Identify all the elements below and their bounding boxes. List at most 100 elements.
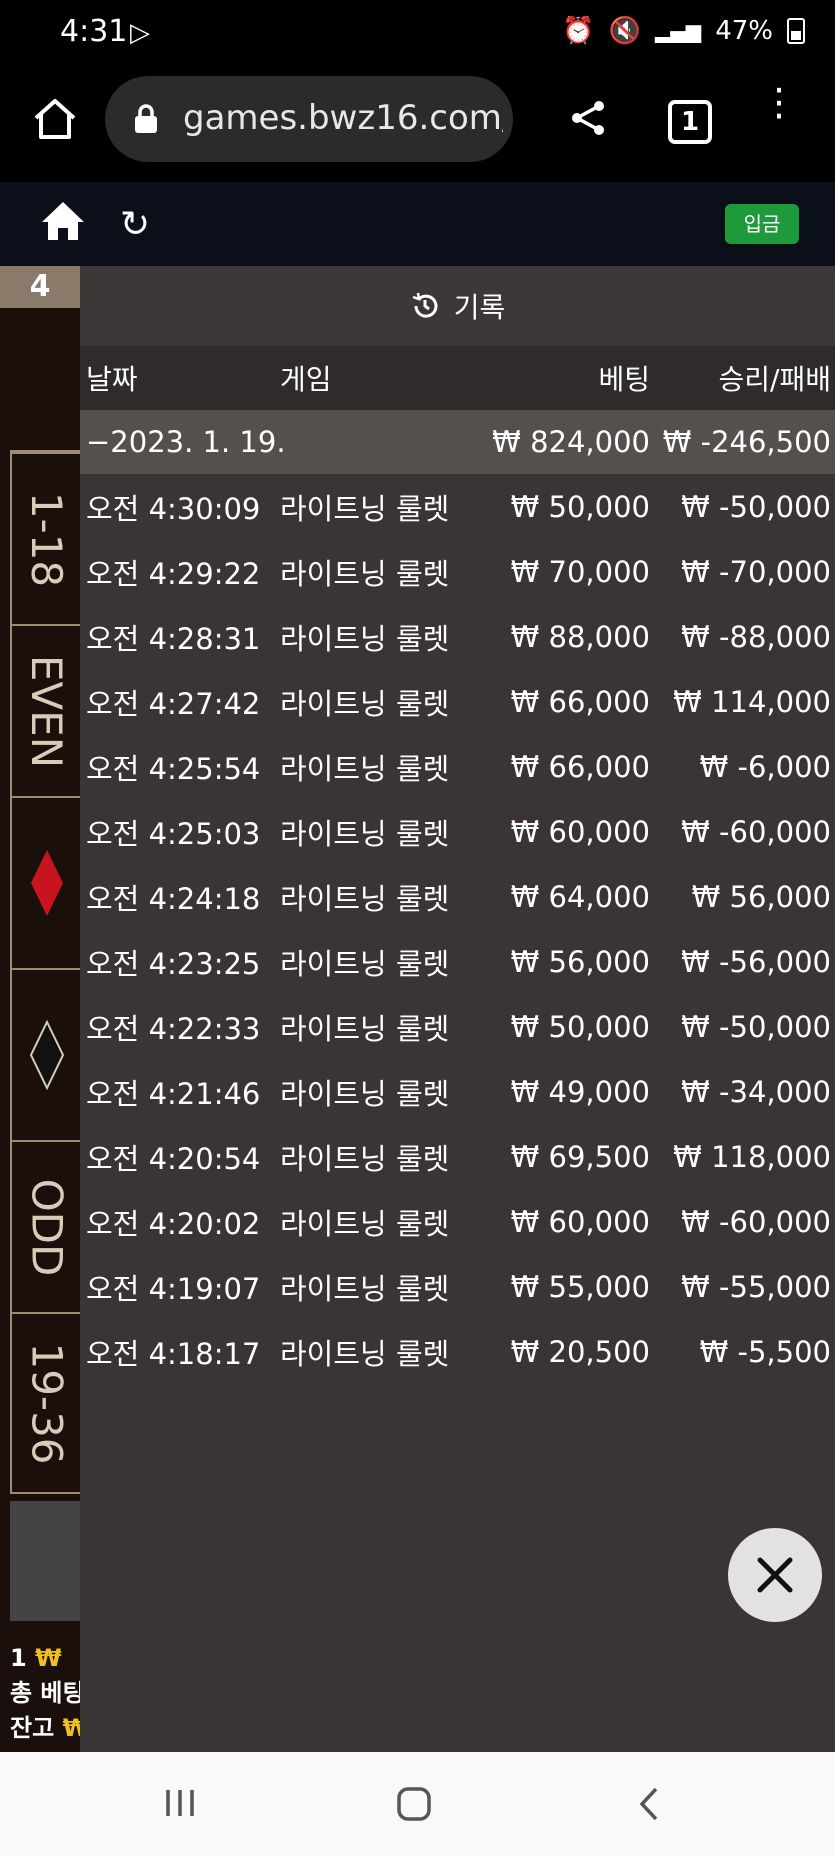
row-game: 라이트닝 룰렛	[280, 1076, 450, 1111]
home-nav-icon[interactable]	[396, 1786, 432, 1822]
history-row[interactable]: 오전 4:30:09 라이트닝 룰렛 ₩ 50,000 ₩ -50,000	[80, 474, 835, 539]
history-icon	[412, 292, 438, 318]
row-time: 오전 4:18:17	[86, 1336, 261, 1371]
browser-home-icon[interactable]	[30, 94, 80, 144]
share-icon[interactable]	[568, 98, 608, 138]
row-time: 오전 4:20:02	[86, 1206, 261, 1241]
black-diamond-icon	[29, 1020, 65, 1090]
bet-even[interactable]: EVEN	[12, 624, 82, 796]
lock-icon	[135, 104, 157, 133]
row-time: 오전 4:20:54	[86, 1141, 261, 1176]
row-result: ₩ -50,000	[681, 489, 831, 524]
row-time: 오전 4:24:18	[86, 881, 261, 916]
row-time: 오전 4:29:22	[86, 556, 261, 591]
status-icons: ⏰ 🔇 ▂▄▆ 47%	[562, 16, 805, 46]
history-row[interactable]: 오전 4:24:18 라이트닝 룰렛 ₩ 64,000 ₩ 56,000	[80, 864, 835, 929]
row-game: 라이트닝 룰렛	[280, 556, 450, 591]
red-diamond-icon	[31, 850, 63, 916]
history-row[interactable]: 오전 4:22:33 라이트닝 룰렛 ₩ 50,000 ₩ -50,000	[80, 994, 835, 1059]
history-row[interactable]: 오전 4:19:07 라이트닝 룰렛 ₩ 55,000 ₩ -55,000	[80, 1254, 835, 1319]
battery-icon	[787, 18, 805, 44]
row-result: ₩ 118,000	[673, 1139, 831, 1174]
bet-black[interactable]	[12, 968, 82, 1140]
row-game: 라이트닝 룰렛	[280, 881, 450, 916]
history-row[interactable]: 오전 4:21:46 라이트닝 룰렛 ₩ 49,000 ₩ -34,000	[80, 1059, 835, 1124]
history-title-bar: 기록	[80, 266, 835, 346]
history-row[interactable]: 오전 4:23:25 라이트닝 룰렛 ₩ 56,000 ₩ -56,000	[80, 929, 835, 994]
row-bet: ₩ 60,000	[510, 814, 650, 849]
row-bet: ₩ 88,000	[510, 619, 650, 654]
play-store-icon: ▷	[130, 18, 150, 48]
history-row[interactable]: 오전 4:25:54 라이트닝 룰렛 ₩ 66,000 ₩ -6,000	[80, 734, 835, 799]
row-bet: ₩ 66,000	[510, 749, 650, 784]
col-game: 게임	[280, 363, 332, 396]
game-home-icon[interactable]	[40, 200, 86, 242]
status-time: 4:31	[60, 14, 128, 49]
row-time: 오전 4:25:03	[86, 816, 261, 851]
row-result: ₩ -50,000	[681, 1009, 831, 1044]
row-result: ₩ -34,000	[681, 1074, 831, 1109]
mute-icon: 🔇	[608, 16, 642, 46]
row-result: ₩ -5,500	[699, 1334, 831, 1369]
row-bet: ₩ 69,500	[510, 1139, 650, 1174]
row-time: 오전 4:22:33	[86, 1011, 261, 1046]
system-nav-bar	[0, 1752, 835, 1856]
battery-percent: 47%	[715, 16, 773, 46]
row-result: ₩ -55,000	[681, 1269, 831, 1304]
row-result: ₩ -56,000	[681, 944, 831, 979]
bet-19-36[interactable]: 19-36	[12, 1312, 82, 1492]
browser-toolbar: games.bwz16.com/l 1 ⋮	[0, 72, 835, 182]
status-bar: 4:31 ▷ ⏰ 🔇 ▂▄▆ 47%	[0, 0, 835, 72]
history-row[interactable]: 오전 4:29:22 라이트닝 룰렛 ₩ 70,000 ₩ -70,000	[80, 539, 835, 604]
history-row[interactable]: 오전 4:27:42 라이트닝 룰렛 ₩ 66,000 ₩ 114,000	[80, 669, 835, 734]
reload-icon[interactable]: ↻	[120, 204, 150, 245]
more-menu-icon[interactable]: ⋮	[760, 83, 798, 121]
bet-1-18[interactable]: 1-18	[12, 452, 82, 624]
row-bet: ₩ 50,000	[510, 489, 650, 524]
close-button[interactable]	[728, 1528, 822, 1622]
bet-odd[interactable]: ODD	[12, 1140, 82, 1312]
row-game: 라이트닝 룰렛	[280, 621, 450, 656]
row-time: 오전 4:23:25	[86, 946, 261, 981]
outside-bets-column: 1-18 EVEN ODD 19-36	[10, 450, 82, 1494]
player-count: 1 ₩	[10, 1644, 62, 1672]
recent-apps-icon[interactable]	[163, 1786, 197, 1820]
back-icon[interactable]	[636, 1786, 662, 1822]
row-bet: ₩ 70,000	[510, 554, 650, 589]
history-row[interactable]: 오전 4:25:03 라이트닝 룰렛 ₩ 60,000 ₩ -60,000	[80, 799, 835, 864]
row-bet: ₩ 64,000	[510, 879, 650, 914]
row-bet: ₩ 20,500	[510, 1334, 650, 1369]
history-rows: 오전 4:30:09 라이트닝 룰렛 ₩ 50,000 ₩ -50,000 오전 4:2…	[80, 474, 835, 1384]
row-result: ₩ 56,000	[691, 879, 831, 914]
address-bar[interactable]: games.bwz16.com/l	[105, 76, 513, 162]
tab-count-button[interactable]: 1	[668, 100, 712, 144]
alarm-icon: ⏰	[562, 16, 595, 46]
row-bet: ₩ 56,000	[510, 944, 650, 979]
col-bet: 베팅	[598, 363, 650, 396]
history-row[interactable]: 오전 4:18:17 라이트닝 룰렛 ₩ 20,500 ₩ -5,500	[80, 1319, 835, 1384]
bet-red[interactable]	[12, 796, 82, 968]
date-group-row[interactable]: −2023. 1. 19. ₩ 824,000 ₩ -246,500	[80, 410, 835, 474]
history-row[interactable]: 오전 4:20:54 라이트닝 룰렛 ₩ 69,500 ₩ 118,000	[80, 1124, 835, 1189]
row-result: ₩ -88,000	[681, 619, 831, 654]
history-row[interactable]: 오전 4:28:31 라이트닝 룰렛 ₩ 88,000 ₩ -88,000	[80, 604, 835, 669]
row-game: 라이트닝 룰렛	[280, 1206, 450, 1241]
row-time: 오전 4:27:42	[86, 686, 261, 721]
signal-icon: ▂▄▆	[655, 19, 702, 43]
row-time: 오전 4:28:31	[86, 621, 261, 656]
row-result: ₩ -60,000	[681, 814, 831, 849]
history-title: 기록	[453, 291, 506, 324]
deposit-button[interactable]: 입금	[725, 204, 799, 244]
history-row[interactable]: 오전 4:20:02 라이트닝 룰렛 ₩ 60,000 ₩ -60,000	[80, 1189, 835, 1254]
player-info: 1 ₩ 총 베팅 잔고 ₩	[10, 1641, 89, 1746]
video-thumbnail[interactable]	[10, 1501, 80, 1621]
balance-label: 잔고 ₩	[10, 1714, 90, 1742]
date-group-date: −2023. 1. 19.	[86, 425, 286, 459]
row-time: 오전 4:21:46	[86, 1076, 261, 1111]
row-bet: ₩ 50,000	[510, 1009, 650, 1044]
date-group-result: ₩ -246,500	[662, 425, 831, 459]
row-game: 라이트닝 룰렛	[280, 946, 450, 981]
row-game: 라이트닝 룰렛	[280, 1141, 450, 1176]
row-game: 라이트닝 룰렛	[280, 491, 450, 526]
col-result: 승리/패배	[718, 363, 831, 396]
